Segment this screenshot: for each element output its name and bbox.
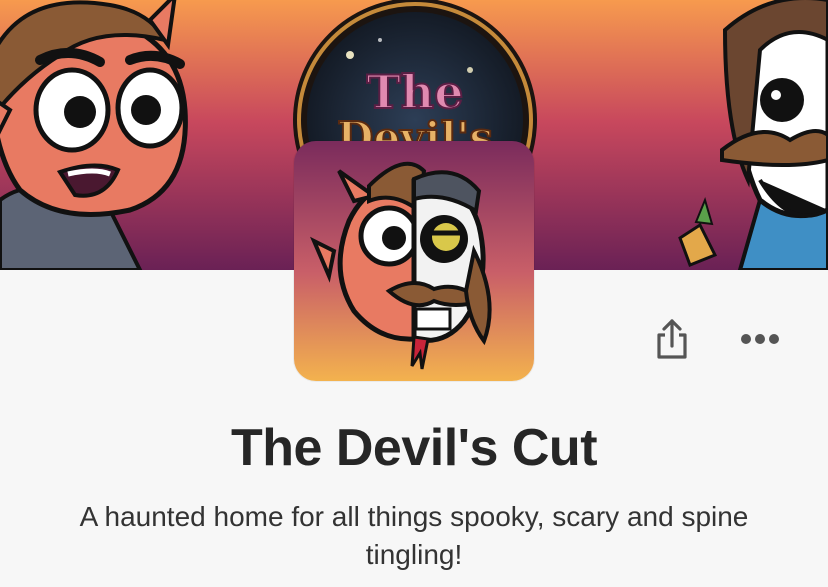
share-button[interactable] xyxy=(644,311,700,367)
profile-avatar[interactable] xyxy=(294,141,534,381)
banner-logo-line1: The xyxy=(367,65,464,119)
more-options-button[interactable] xyxy=(732,311,788,367)
profile-tagline: A haunted home for all things spooky, sc… xyxy=(79,501,749,570)
ellipsis-icon xyxy=(741,334,779,344)
share-icon xyxy=(657,319,687,359)
profile-title: The Devil's Cut xyxy=(230,419,598,477)
